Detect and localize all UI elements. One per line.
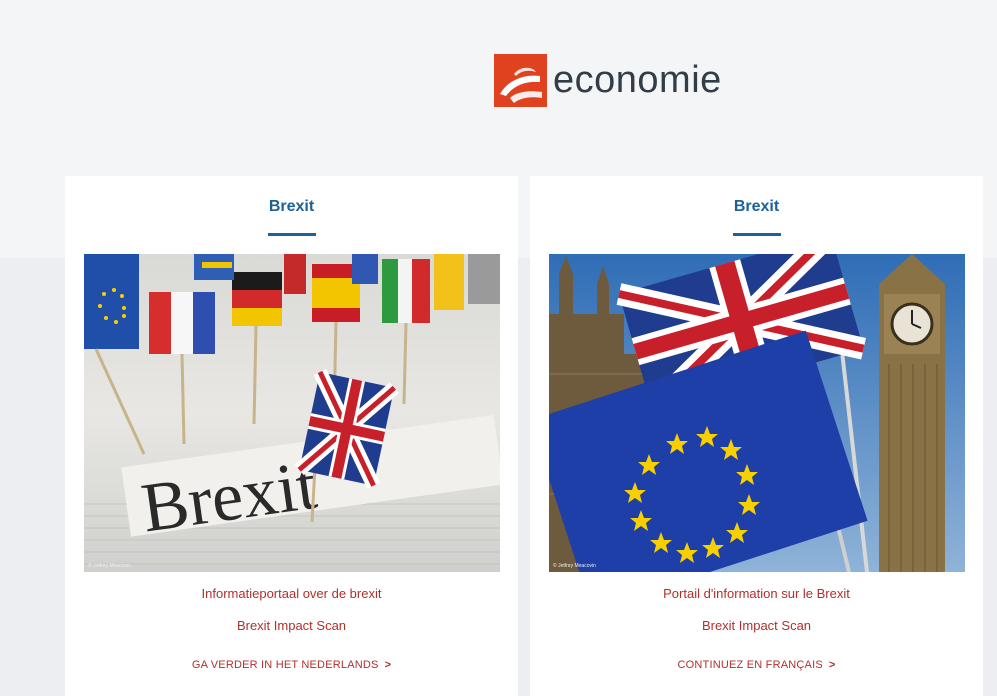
page: economie Brexit Brexit © Jetfrey Meacovi… [0,0,997,696]
chevron-right-icon: > [384,659,392,671]
card-title: Brexit [268,198,315,215]
title-underline [267,233,316,236]
card-title: Brexit [733,198,780,215]
continue-french-link[interactable]: CONTINUEZ EN FRANÇAIS > [530,659,983,671]
portal-link-nl[interactable]: Informatieportaal over de brexit [65,586,518,601]
economie-logo[interactable]: economie [494,52,722,108]
uk-eu-flags-image[interactable]: © Jetfrey Meacovin [549,254,965,572]
continue-label: GA VERDER IN HET NEDERLANDS [191,659,379,671]
logo-e-icon [494,53,547,107]
chevron-right-icon: > [828,659,836,671]
brexit-card-fr: Brexit © Jetfrey Meacovin Portail d'info… [530,176,983,696]
logo-text: economie [553,58,722,101]
portal-link-fr[interactable]: Portail d'information sur le Brexit [530,586,983,601]
brexit-newspaper-image[interactable]: Brexit © Jetfrey Meacovin [84,254,500,572]
title-underline [732,233,781,236]
continue-dutch-link[interactable]: GA VERDER IN HET NEDERLANDS > [65,659,518,671]
impact-scan-link-fr[interactable]: Brexit Impact Scan [530,618,983,633]
impact-scan-link-nl[interactable]: Brexit Impact Scan [65,618,518,633]
brexit-card-nl: Brexit Brexit © Jetfrey Meacovin Informa… [65,176,518,696]
continue-label: CONTINUEZ EN FRANÇAIS [677,659,823,671]
image-credit: © Jetfrey Meacovin [88,563,131,569]
image-credit: © Jetfrey Meacovin [553,563,596,569]
